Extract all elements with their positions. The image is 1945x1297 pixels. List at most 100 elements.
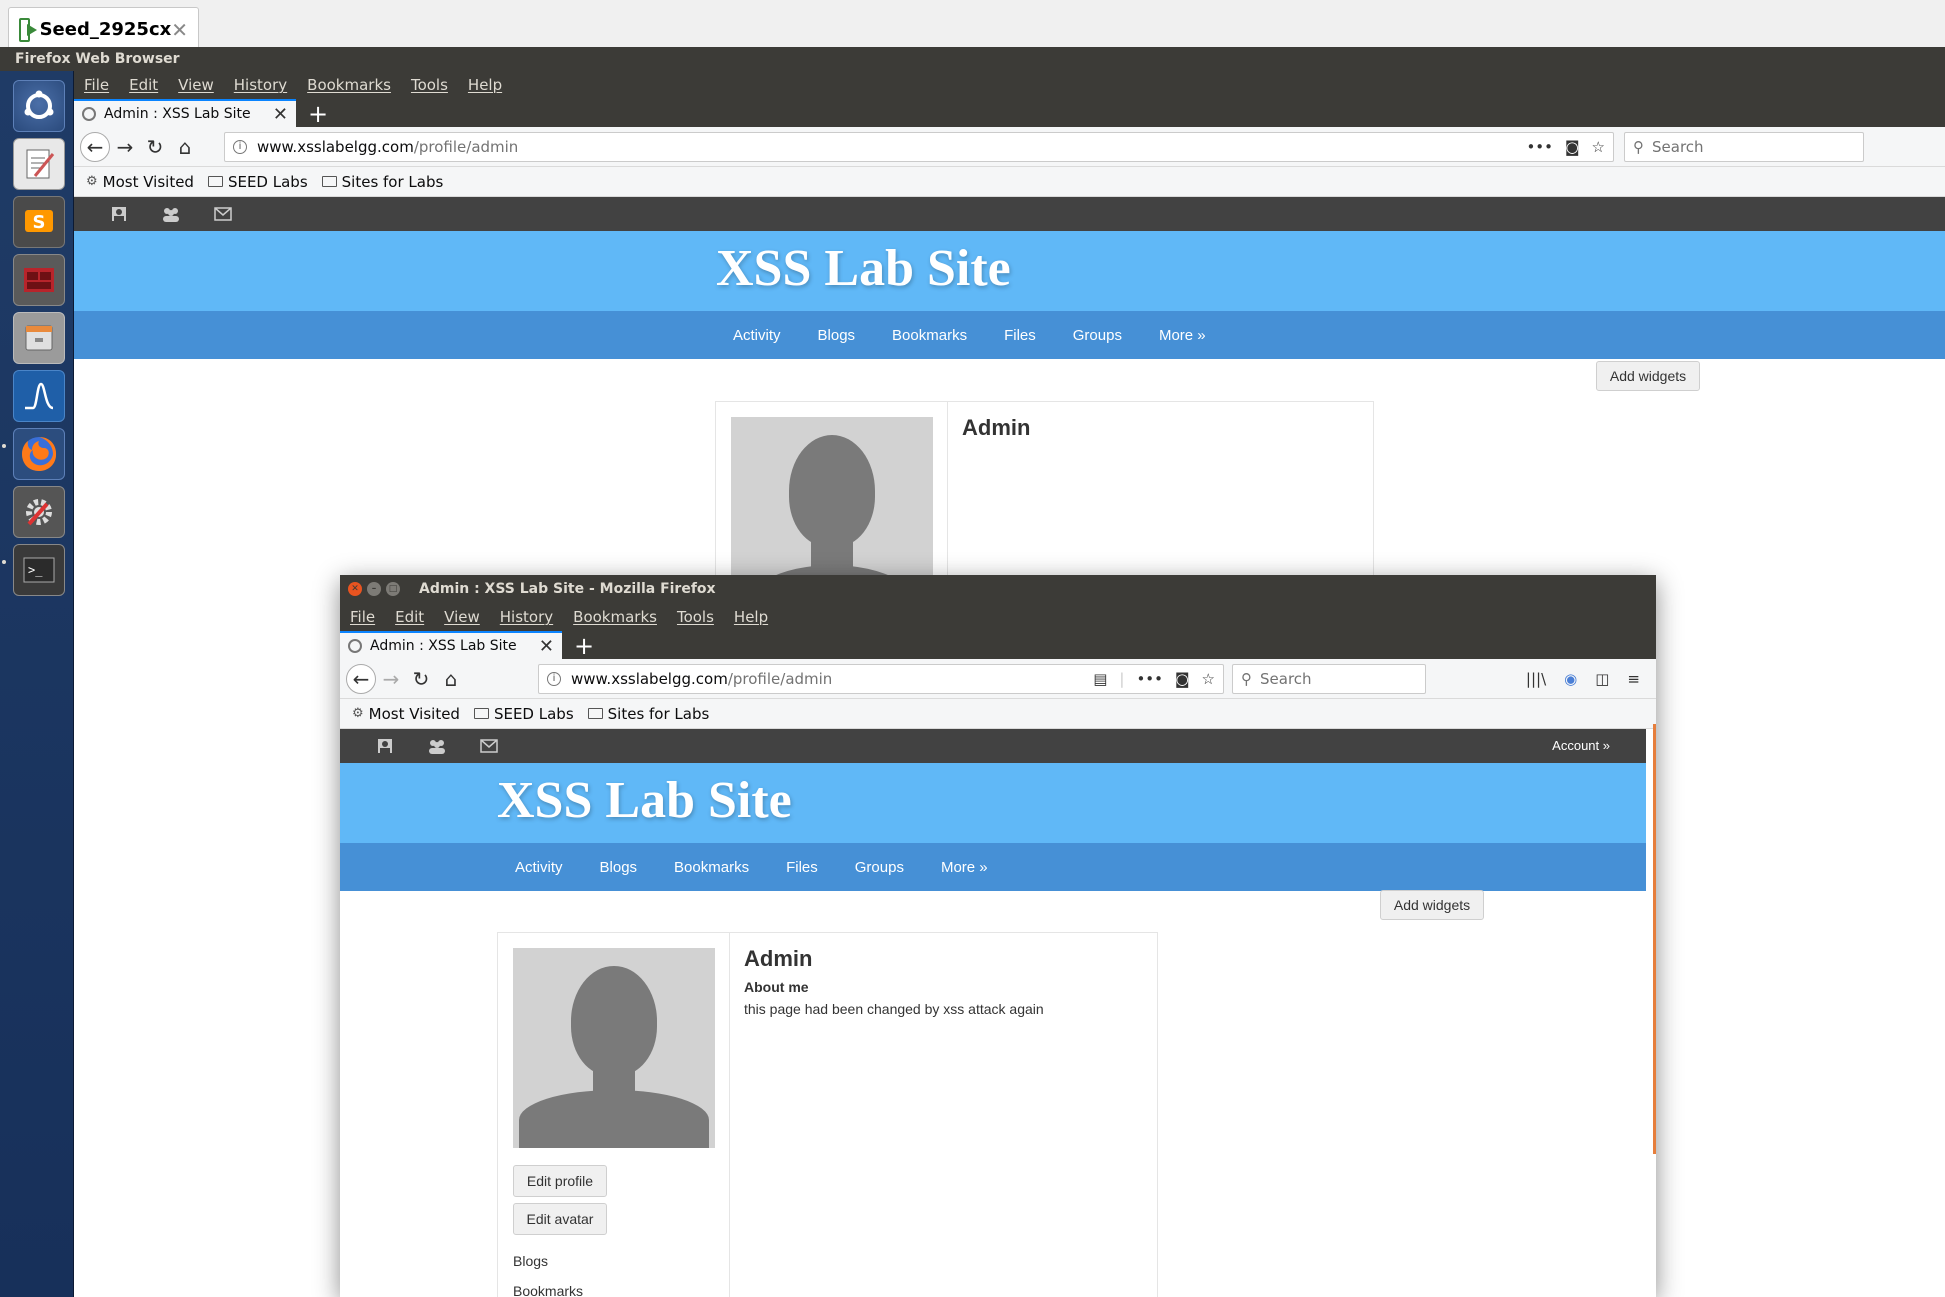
search-bar[interactable]: ⚲ Search [1624, 131, 1864, 162]
nav-activity[interactable]: Activity [733, 327, 781, 344]
terminal-emulator-icon[interactable] [13, 254, 65, 306]
edit-profile-button[interactable]: Edit profile [513, 1165, 607, 1197]
site-title[interactable]: XSS Lab Site [716, 239, 1011, 298]
page-actions-icon[interactable]: ••• [1136, 670, 1163, 688]
nav-blogs[interactable]: Blogs [818, 327, 856, 344]
new-tab-button[interactable]: + [574, 633, 594, 659]
sidebar-icon[interactable]: ◫ [1595, 670, 1609, 688]
bookmark-most-visited[interactable]: ⚙ Most Visited [86, 173, 194, 191]
forward-button[interactable]: → [110, 132, 140, 162]
nav-blogs[interactable]: Blogs [600, 859, 638, 876]
ubuntu-dash-icon[interactable] [13, 80, 65, 132]
system-settings-icon[interactable] [13, 486, 65, 538]
folder-icon [587, 708, 603, 719]
account-menu[interactable]: Account » [1552, 729, 1610, 763]
edit-avatar-button[interactable]: Edit avatar [513, 1203, 607, 1235]
close-window-icon[interactable]: ✕ [348, 582, 362, 596]
nav-more[interactable]: More » [941, 859, 988, 876]
url-bar[interactable]: i www.xsslabelgg.com/profile/admin ▤ | •… [538, 663, 1224, 694]
menu-history[interactable]: History [234, 76, 287, 94]
friends-icon[interactable] [160, 203, 182, 225]
minimize-window-icon[interactable]: – [367, 582, 381, 596]
nav-groups[interactable]: Groups [1073, 327, 1122, 344]
bookmark-seed-labs[interactable]: SEED Labs [473, 705, 574, 723]
site-info-icon[interactable]: i [547, 671, 561, 686]
back-button[interactable]: ← [346, 663, 376, 694]
menu-help[interactable]: Help [468, 76, 502, 94]
profile-link-bookmarks[interactable]: Bookmarks [513, 1283, 583, 1297]
menu-view[interactable]: View [178, 76, 214, 94]
nav-files[interactable]: Files [1004, 327, 1036, 344]
menu-history[interactable]: History [500, 608, 553, 626]
library-icon[interactable]: |||\ [1526, 670, 1546, 688]
profile-icon[interactable] [374, 735, 396, 757]
vm-play-icon [19, 17, 37, 42]
nav-groups[interactable]: Groups [855, 859, 904, 876]
menu-bookmarks[interactable]: Bookmarks [573, 608, 657, 626]
search-bar[interactable]: ⚲ Search [1232, 663, 1426, 694]
bookmark-seed-labs[interactable]: SEED Labs [207, 173, 308, 191]
reload-button[interactable]: ↻ [140, 132, 170, 162]
menu-edit[interactable]: Edit [395, 608, 424, 626]
menu-bookmarks[interactable]: Bookmarks [307, 76, 391, 94]
reload-button[interactable]: ↻ [406, 664, 436, 694]
hamburger-menu-icon[interactable]: ≡ [1627, 670, 1640, 688]
nav-more[interactable]: More » [1159, 327, 1206, 344]
menu-file[interactable]: File [84, 76, 109, 94]
site-title[interactable]: XSS Lab Site [497, 771, 792, 830]
menu-help[interactable]: Help [734, 608, 768, 626]
pocket-icon[interactable]: ◙ [1175, 670, 1190, 688]
text-editor-icon[interactable] [13, 138, 65, 190]
files-icon[interactable] [13, 312, 65, 364]
menu-view[interactable]: View [444, 608, 480, 626]
site-info-icon[interactable]: i [233, 139, 247, 154]
profile-icon[interactable] [108, 203, 130, 225]
bookmark-star-icon[interactable]: ☆ [1202, 670, 1215, 688]
vm-tab[interactable]: Seed_2925cx ✕ [8, 7, 199, 51]
terminal-icon[interactable]: >_ [13, 544, 65, 596]
add-widgets-button[interactable]: Add widgets [1380, 890, 1484, 920]
url-bar[interactable]: i www.xsslabelgg.com/profile/admin ••• ◙… [224, 131, 1614, 162]
nav-files[interactable]: Files [786, 859, 818, 876]
add-widgets-button[interactable]: Add widgets [1596, 361, 1700, 391]
bookmark-most-visited[interactable]: ⚙ Most Visited [352, 705, 460, 723]
sublime-text-icon[interactable]: S [13, 196, 65, 248]
pocket-icon[interactable]: ◙ [1565, 138, 1580, 156]
menu-edit[interactable]: Edit [129, 76, 158, 94]
nav-bookmarks[interactable]: Bookmarks [674, 859, 749, 876]
bookmark-sites-for-labs[interactable]: Sites for Labs [321, 173, 443, 191]
gear-icon: ⚙ [352, 706, 364, 721]
wireshark-icon[interactable] [13, 370, 65, 422]
tab-close-icon[interactable]: ✕ [273, 104, 288, 125]
scrollbar[interactable] [1653, 724, 1656, 1154]
nav-bookmarks[interactable]: Bookmarks [892, 327, 967, 344]
profile-link-blogs[interactable]: Blogs [513, 1253, 583, 1269]
messages-icon[interactable] [478, 735, 500, 757]
home-button[interactable]: ⌂ [170, 132, 200, 162]
browser-tab[interactable]: Admin : XSS Lab Site ✕ [74, 99, 296, 127]
menu-tools[interactable]: Tools [677, 608, 714, 626]
tab-close-icon[interactable]: ✕ [539, 636, 554, 657]
reader-view-icon[interactable]: ▤ [1093, 670, 1107, 688]
forward-button[interactable]: → [376, 664, 406, 694]
vm-tab-close-icon[interactable]: ✕ [171, 18, 188, 42]
home-button[interactable]: ⌂ [436, 664, 466, 694]
menu-file[interactable]: File [350, 608, 375, 626]
active-app-title: Firefox Web Browser [15, 51, 180, 67]
friends-icon[interactable] [426, 735, 448, 757]
page-actions-icon[interactable]: ••• [1526, 138, 1553, 156]
bookmark-sites-for-labs[interactable]: Sites for Labs [587, 705, 709, 723]
maximize-window-icon[interactable]: □ [386, 582, 400, 596]
avatar[interactable] [513, 948, 715, 1148]
menu-tools[interactable]: Tools [411, 76, 448, 94]
extension-icon[interactable]: ◉ [1564, 670, 1577, 688]
firefox-icon[interactable] [13, 428, 65, 480]
browser-tab[interactable]: Admin : XSS Lab Site ✕ [340, 631, 562, 659]
bookmark-star-icon[interactable]: ☆ [1592, 138, 1605, 156]
back-button[interactable]: ← [80, 131, 110, 162]
messages-icon[interactable] [212, 203, 234, 225]
search-placeholder: Search [1652, 137, 1704, 156]
nav-activity[interactable]: Activity [515, 859, 563, 876]
new-tab-button[interactable]: + [308, 101, 328, 127]
running-indicator [2, 560, 6, 564]
